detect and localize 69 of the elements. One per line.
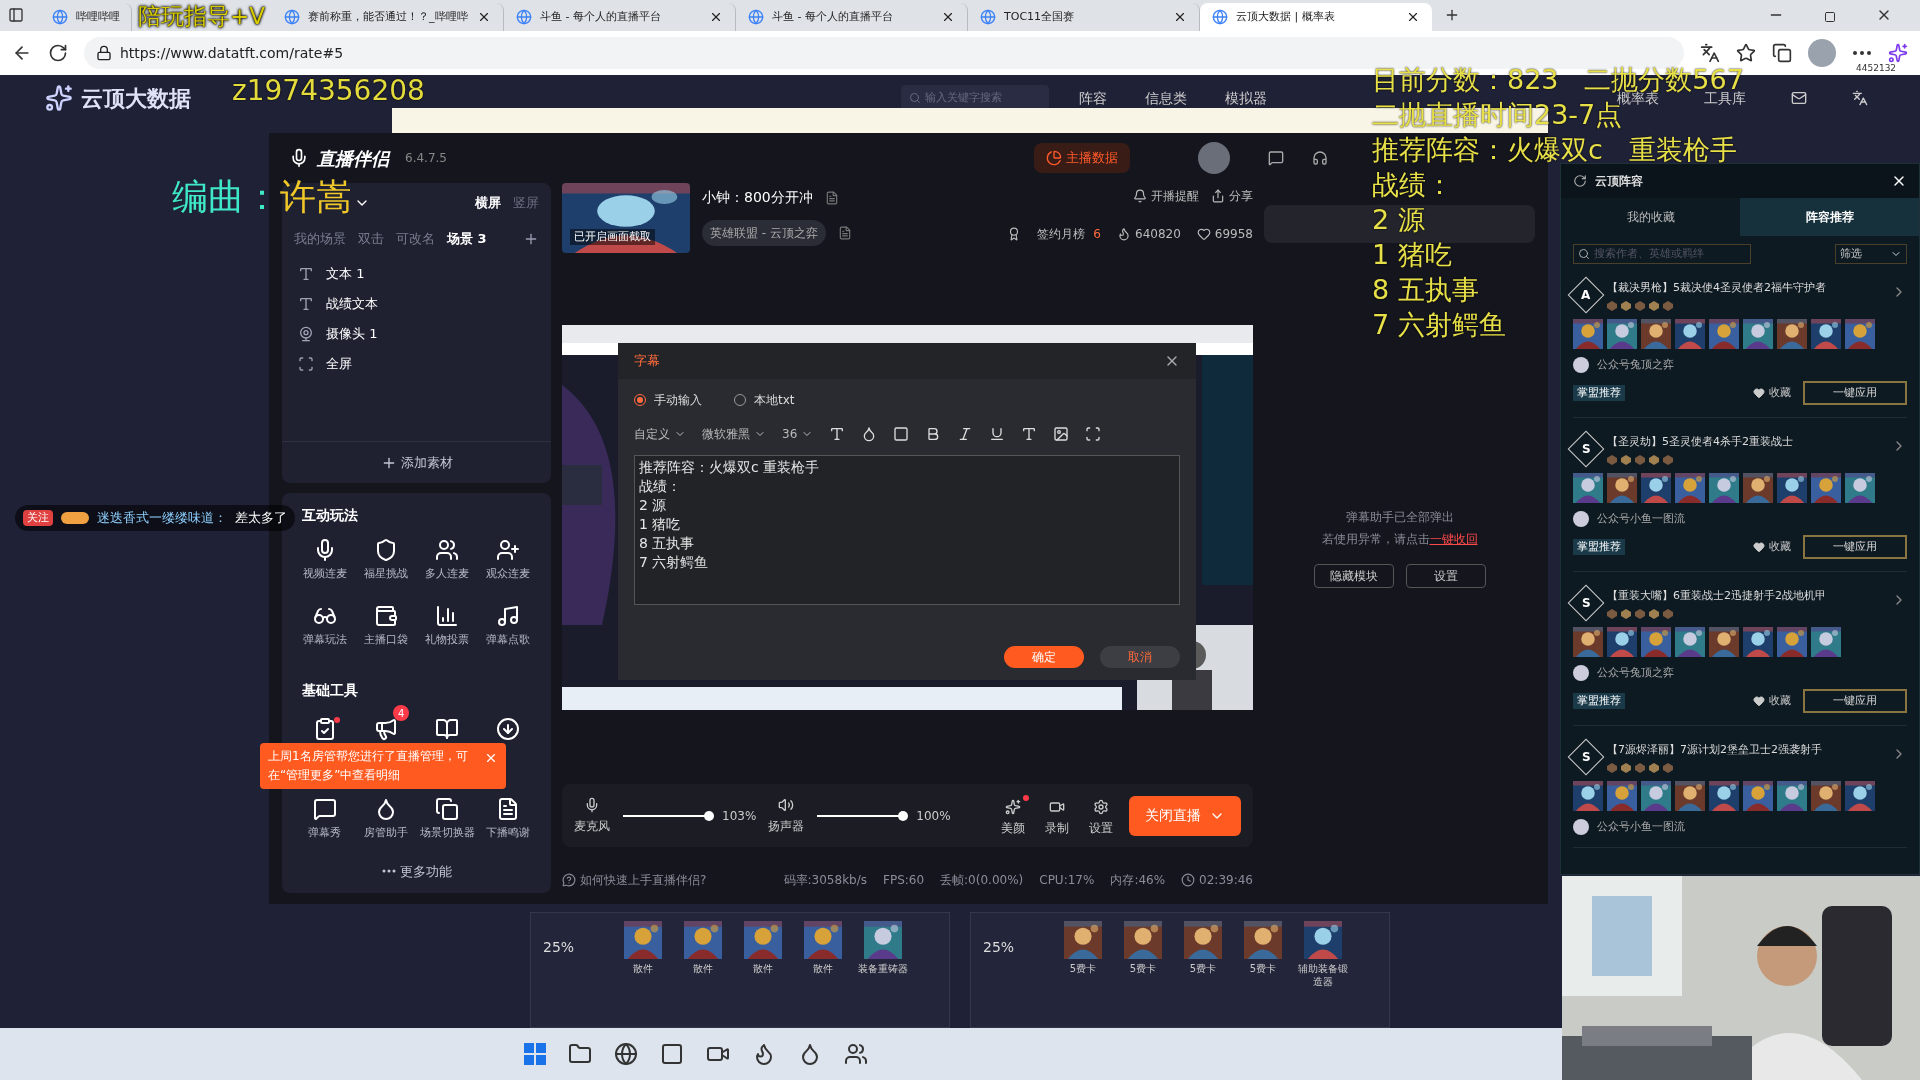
text-line: 2 源 [639, 496, 668, 515]
stat-text: 丢帧:0(0.00%) [940, 872, 1024, 889]
item-label: 散件 [693, 963, 713, 976]
dialog-title: 字幕 [634, 352, 660, 371]
likes-count: 69958 [1196, 225, 1253, 243]
item-label: 散件 [813, 963, 833, 976]
stream-title: 小钟：800分开冲 [702, 188, 813, 207]
site-logo: 云顶大数据 [81, 84, 191, 113]
helper-text: 若使用异常，请点击一键收回 [1321, 531, 1478, 548]
stat-text: 码率:3058kb/s [783, 872, 867, 889]
author-name: 公众号小鱼一图流 [1597, 510, 1685, 527]
rank-value: 6 [1093, 226, 1101, 243]
overlay-text: 2 源 [1372, 203, 1425, 237]
counter-text: 4452132 [1856, 62, 1897, 75]
text-line: 7 六射鳄鱼 [639, 553, 710, 572]
text-line: 战绩： [639, 477, 682, 496]
stat-text: CPU:17% [1039, 872, 1095, 889]
volume-reading: 103% [722, 807, 757, 825]
stat-text: FPS:60 [883, 872, 925, 889]
device-label: 扬声器 [768, 817, 805, 835]
rate-cell-text: 25% [982, 938, 1016, 957]
device-label: 麦克风 [574, 817, 610, 835]
overlay-text: z1974356208 [232, 76, 425, 106]
author-name: 公众号兔顶之弈 [1597, 664, 1674, 681]
app-name: 直播伴侣 [317, 146, 389, 171]
text-line: 1 猪吃 [639, 515, 682, 534]
recommend-tag: 掌盟推荐 [1573, 384, 1625, 402]
overlay-text: 1 猪吃 [1372, 238, 1452, 272]
panel-title: 云顶阵容 [1595, 173, 1643, 190]
toast-message: 上周1名房管帮您进行了直播管理，可在“管理更多”中查看明细 [268, 748, 469, 784]
rank-label: 签约月榜 [1037, 226, 1086, 243]
overlay-label: 编曲： [172, 175, 280, 219]
volume-reading: 100% [916, 807, 951, 825]
lineup-title: 【圣灵劫】5圣灵使者4杀手2重装战士 [1607, 434, 1794, 450]
danmaku-user: 迷迭香式一缕缕味道： [97, 509, 227, 528]
rate-cell-text: 25% [542, 938, 576, 957]
overlay-text: 推荐阵容：火爆双c 重装枪手 [1372, 133, 1737, 167]
section-title: 基础工具 [302, 681, 359, 700]
item-label: 散件 [753, 963, 773, 976]
heat-count: 640820 [1117, 225, 1181, 243]
text-line: 推荐阵容：火爆双c 重装枪手 [639, 458, 821, 477]
author-name: 公众号小鱼一图流 [1597, 818, 1685, 835]
stat-text: 内存:46% [1110, 872, 1166, 889]
item-label: 5费卡 [1249, 963, 1277, 976]
item-label: 装备重铸器 [858, 963, 908, 976]
overlay-text: 陪玩指导+V [138, 3, 265, 29]
thumbnail-caption: 已开启画面截取 [570, 228, 655, 245]
section-title: 互动玩法 [302, 506, 359, 525]
lineup-title: 【重装大嘴】6重装战士2迅捷射手2战地机甲 [1607, 588, 1827, 604]
author-name: 公众号兔顶之弈 [1597, 356, 1674, 373]
uptime: 02:39:46 [1181, 871, 1253, 889]
overlay-text: 7 六射鳄鱼 [1372, 308, 1506, 342]
item-label: 5费卡 [1069, 963, 1097, 976]
recommend-tag: 掌盟推荐 [1573, 538, 1625, 556]
danmaku-message: 差太多了 [235, 509, 287, 528]
lineup-title: 【7源烬泽丽】7源计划2堡垒卫士2强袭射手 [1607, 742, 1823, 758]
text-line: 8 五执事 [639, 534, 696, 553]
lineup-title: 【裁决男枪】5裁决使4圣灵使者2福牛守护者 [1607, 280, 1827, 296]
item-label: 辅助装备锻造器 [1298, 963, 1348, 988]
app-version: 6.4.7.5 [405, 150, 447, 167]
overlay-text: 8 五执事 [1372, 273, 1479, 307]
overlay-name: 许嵩 [280, 175, 352, 219]
helper-text: 弹幕助手已全部弹出 [1345, 509, 1454, 526]
item-label: 5费卡 [1189, 963, 1217, 976]
item-label: 散件 [633, 963, 653, 976]
count-badge: 4 [393, 705, 410, 721]
item-label: 5费卡 [1129, 963, 1157, 976]
recommend-tag: 掌盟推荐 [1573, 692, 1625, 710]
overlay-text: 战绩： [1372, 168, 1453, 202]
